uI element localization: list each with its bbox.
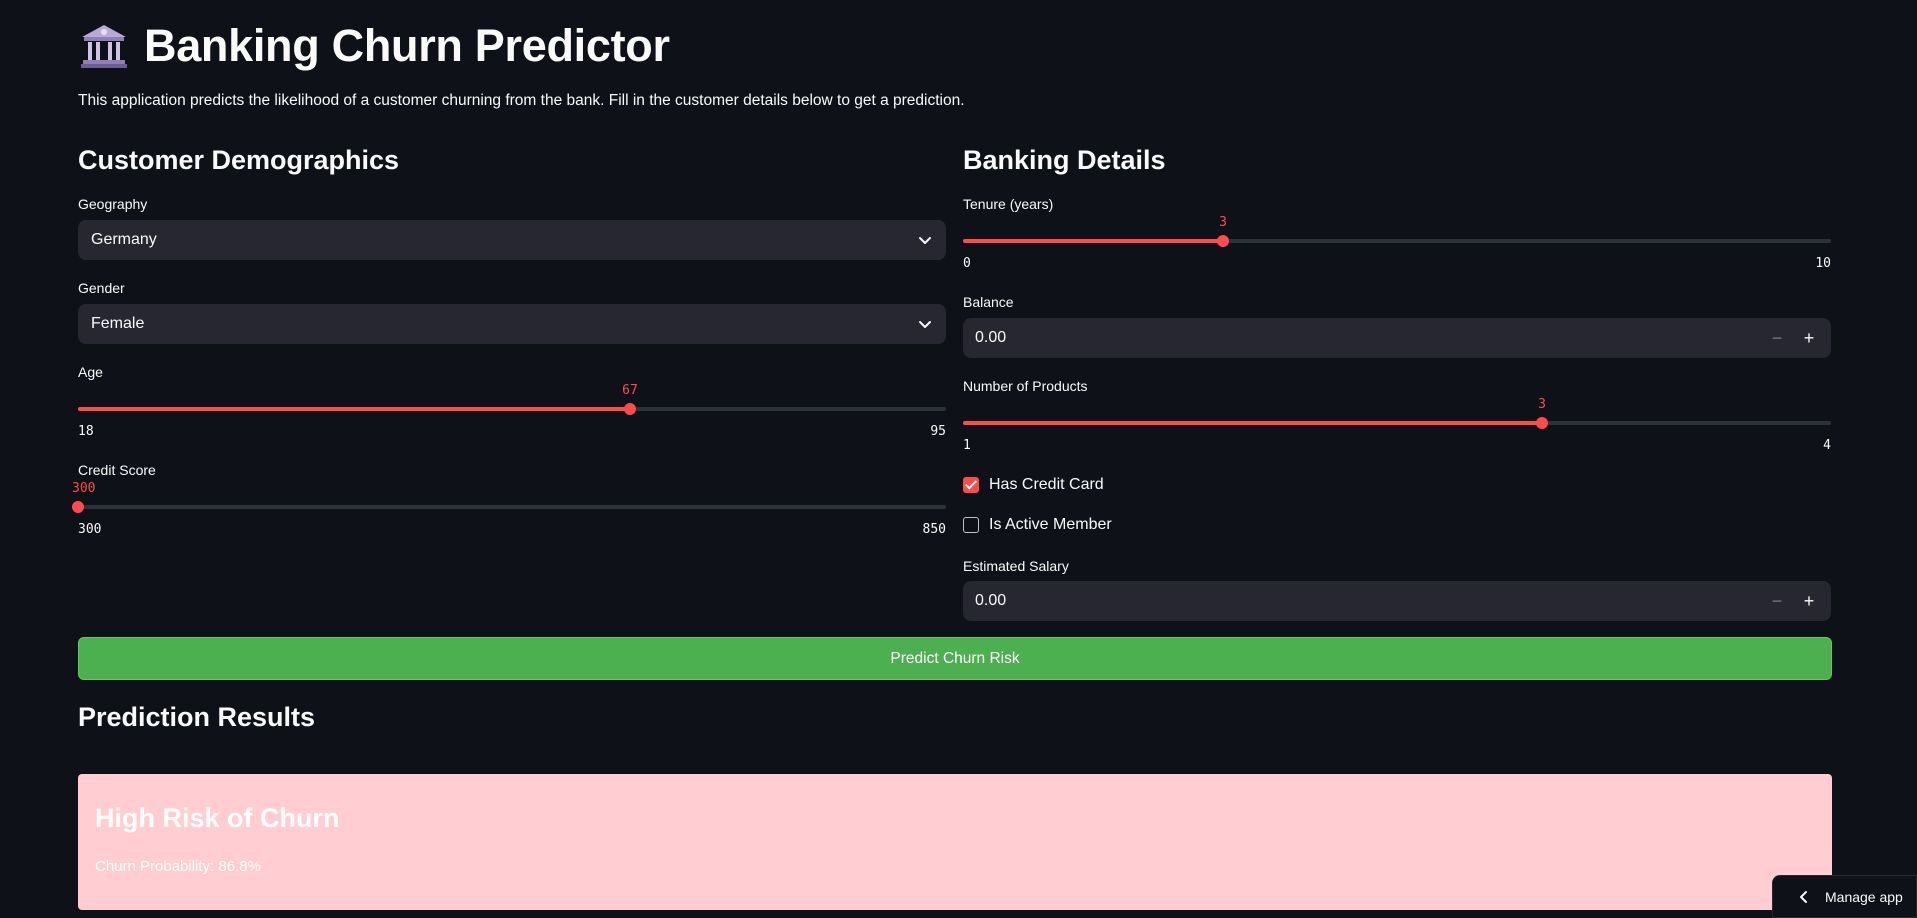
manage-app-label: Manage app xyxy=(1825,888,1903,905)
checkbox-label: Has Credit Card xyxy=(989,476,1104,493)
results-heading: Prediction Results xyxy=(78,702,316,732)
intro-text: This application predicts the likelihood… xyxy=(78,92,965,109)
age-slider[interactable]: 67 18 95 xyxy=(78,383,946,444)
banking-details-section: Banking Details Tenure (years) 3 0 10 Ba… xyxy=(963,138,1831,621)
chevron-down-icon xyxy=(919,237,931,244)
tenure-slider[interactable]: 3 0 10 xyxy=(963,215,1831,276)
increment-button[interactable]: + xyxy=(1795,324,1823,352)
decrement-button[interactable]: − xyxy=(1763,324,1791,352)
slider-value: 67 xyxy=(622,383,638,398)
geography-select[interactable]: Germany xyxy=(78,220,946,260)
tenure-label: Tenure (years) xyxy=(963,196,1054,212)
is-active-member-checkbox[interactable]: Is Active Member xyxy=(963,514,1112,536)
slider-max: 10 xyxy=(1815,256,1831,271)
slider-min: 0 xyxy=(963,256,971,271)
slider-track xyxy=(78,505,946,509)
salary-value: 0.00 xyxy=(975,592,1007,609)
balance-input[interactable]: 0.00 − + xyxy=(963,318,1831,358)
checkbox-label: Is Active Member xyxy=(989,516,1112,533)
age-label: Age xyxy=(78,364,103,380)
salary-input[interactable]: 0.00 − + xyxy=(963,581,1831,621)
num-products-label: Number of Products xyxy=(963,378,1088,394)
slider-fill xyxy=(963,239,1223,243)
checkbox-checked[interactable] xyxy=(963,477,979,493)
customer-demographics-section: Customer Demographics Geography Germany … xyxy=(72,138,946,537)
risk-title: High Risk of Churn xyxy=(95,803,340,833)
credit-score-slider[interactable]: 300 300 850 xyxy=(72,481,946,542)
slider-max: 95 xyxy=(930,424,946,439)
slider-min: 1 xyxy=(963,438,971,453)
bank-icon xyxy=(80,23,128,69)
geography-value: Germany xyxy=(91,231,157,248)
credit-score-label: Credit Score xyxy=(78,462,156,478)
slider-value: 3 xyxy=(1538,397,1546,412)
page-title: Banking Churn Predictor xyxy=(144,20,670,71)
slider-max: 4 xyxy=(1823,438,1831,453)
slider-value: 300 xyxy=(72,481,96,496)
chevron-down-icon xyxy=(919,321,931,328)
slider-thumb[interactable] xyxy=(624,403,636,415)
slider-thumb[interactable] xyxy=(1217,235,1229,247)
gender-label: Gender xyxy=(78,280,125,296)
churn-probability: Churn Probability: 86.8% xyxy=(95,858,261,875)
has-credit-card-checkbox[interactable]: Has Credit Card xyxy=(963,474,1104,496)
title-row: Banking Churn Predictor xyxy=(80,18,670,74)
slider-thumb[interactable] xyxy=(1536,417,1548,429)
balance-label: Balance xyxy=(963,294,1014,310)
increment-button[interactable]: + xyxy=(1795,587,1823,615)
checkbox-unchecked[interactable] xyxy=(963,517,979,533)
risk-alert: High Risk of Churn Churn Probability: 86… xyxy=(78,774,1832,910)
slider-max: 850 xyxy=(922,522,946,537)
manage-app-button[interactable]: Manage app xyxy=(1772,875,1917,918)
chevron-left-icon xyxy=(1800,890,1807,903)
slider-fill xyxy=(78,407,630,411)
slider-value: 3 xyxy=(1219,215,1227,230)
decrement-button[interactable]: − xyxy=(1763,587,1791,615)
gender-select[interactable]: Female xyxy=(78,304,946,344)
predict-churn-button[interactable]: Predict Churn Risk xyxy=(78,637,1832,680)
geography-label: Geography xyxy=(78,196,148,212)
balance-value: 0.00 xyxy=(975,329,1007,346)
section-heading: Banking Details xyxy=(963,145,1166,175)
salary-label: Estimated Salary xyxy=(963,558,1069,574)
gender-value: Female xyxy=(91,315,145,332)
slider-thumb[interactable] xyxy=(72,501,84,513)
section-heading: Customer Demographics xyxy=(78,145,400,175)
slider-min: 18 xyxy=(78,424,94,439)
slider-min: 300 xyxy=(78,522,102,537)
num-products-slider[interactable]: 3 1 4 xyxy=(963,397,1831,458)
slider-fill xyxy=(963,421,1542,425)
